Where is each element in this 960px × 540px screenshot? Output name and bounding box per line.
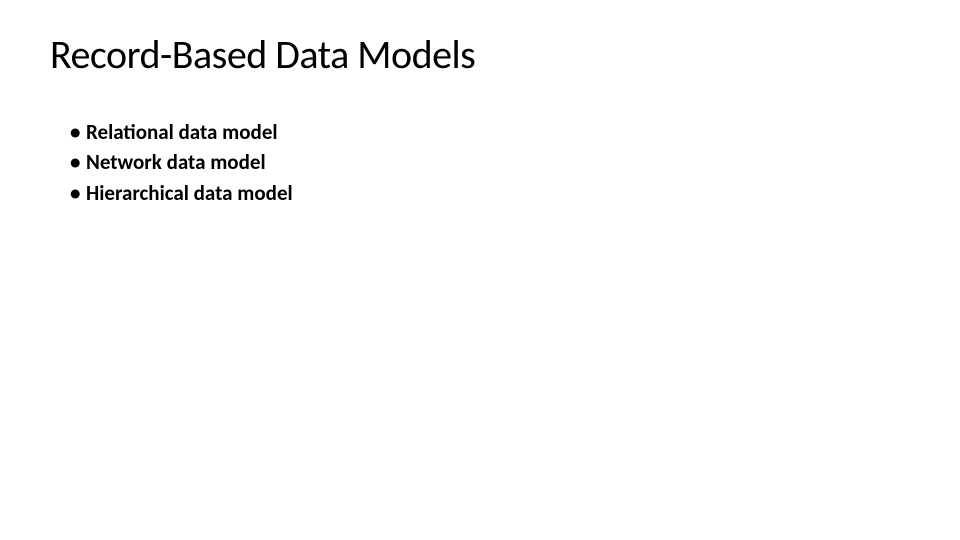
list-item: Network data model <box>70 147 910 177</box>
list-item: Hierarchical data model <box>70 178 910 208</box>
slide-title: Record-Based Data Models <box>50 30 910 79</box>
bullet-list: Relational data model Network data model… <box>50 117 910 208</box>
list-item: Relational data model <box>70 117 910 147</box>
